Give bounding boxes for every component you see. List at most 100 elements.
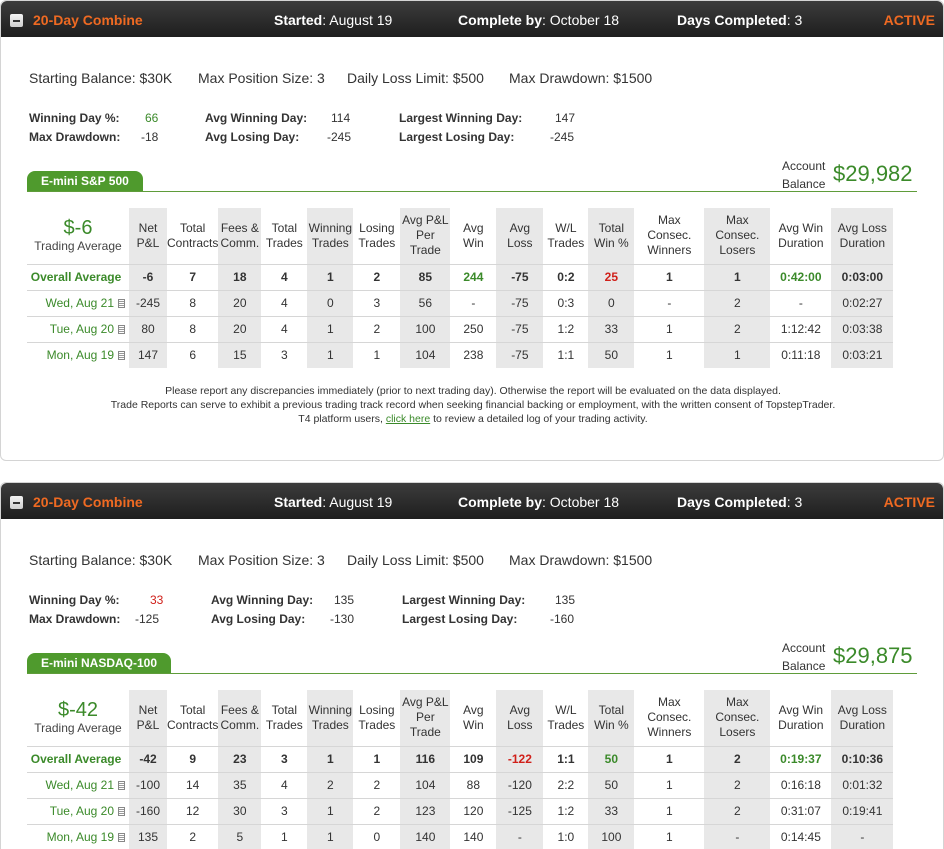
cell-total-contracts: 6 <box>167 341 219 368</box>
cell-avg-win: 250 <box>450 315 497 342</box>
column-header-winning-trades: Winning Trades <box>307 208 354 264</box>
report-document-icon[interactable] <box>118 325 125 334</box>
account-balance-label: Account Balance <box>782 159 826 191</box>
largest-losing-day-label: Largest Losing Day: <box>399 130 515 144</box>
cell-net-pnl: 147 <box>129 341 167 368</box>
max-drawdown-value: -125 <box>135 612 160 626</box>
cell-fees-comm: 23 <box>218 745 262 772</box>
collapse-icon[interactable] <box>10 496 23 509</box>
combine-title: 20-Day Combine <box>33 12 143 28</box>
cell-avg-loss-duration: - <box>831 823 894 849</box>
column-header-total-contracts: Total Contracts <box>167 220 219 250</box>
cell-avg-win-duration: 0:19:37 <box>770 745 832 772</box>
cell-total-trades: 4 <box>261 289 308 316</box>
column-header-net-pnl: Net P&L <box>129 208 167 264</box>
started-field: Started: August 19 <box>274 494 393 510</box>
column-header-total-contracts: Total Contracts <box>167 702 219 732</box>
cell-losing-trades: 2 <box>353 797 401 824</box>
cell-avg-loss-duration: 0:01:32 <box>831 771 894 798</box>
trading-stats-table: $-42 Trading Average Net P&L Total Contracts F… <box>27 690 894 849</box>
cell-winning-trades: 1 <box>307 341 354 368</box>
cell-wl-trades: 1:2 <box>543 315 589 342</box>
report-document-icon[interactable] <box>118 833 125 843</box>
report-document-icon[interactable] <box>118 351 125 361</box>
cell-avg-pnl-per-trade: 104 <box>400 771 451 798</box>
cell-avg-loss: -75 <box>496 315 544 342</box>
cell-max-consec-winners: 1 <box>634 745 705 772</box>
days-completed-field: Days Completed: 3 <box>677 494 803 510</box>
account-balance-value: $29,875 <box>833 643 913 668</box>
table-row: Mon, Aug 19 147 6 15 3 1 1 104 238 -75 1:1 50 1 1 0:11… <box>27 341 894 368</box>
cell-avg-loss: -75 <box>496 289 544 316</box>
cell-avg-win: 244 <box>450 263 497 290</box>
cell-winning-trades: 1 <box>307 745 354 772</box>
day-link[interactable]: Tue, Aug 20 <box>27 797 129 824</box>
day-link[interactable]: Wed, Aug 21 <box>27 771 129 798</box>
collapse-icon[interactable] <box>10 14 23 27</box>
column-header-avg-win-duration: Avg Win Duration <box>778 220 824 250</box>
avg-winning-day-value: 114 <box>331 111 351 125</box>
cell-total-win-pct: 50 <box>588 771 635 798</box>
column-header-winning-trades: Winning Trades <box>307 690 354 746</box>
column-header-max-consec-winners: Max Consec. Winners <box>647 213 692 258</box>
report-document-icon[interactable] <box>118 807 125 816</box>
cell-wl-trades: 1:1 <box>543 341 589 368</box>
click-here-link[interactable]: click here <box>386 413 430 425</box>
status-badge: ACTIVE <box>883 494 935 510</box>
cell-net-pnl: 80 <box>129 315 167 342</box>
report-document-icon[interactable] <box>118 781 125 790</box>
max-drawdown-value: -18 <box>141 130 159 144</box>
cell-max-consec-losers: 2 <box>704 771 771 798</box>
cell-avg-loss: -75 <box>496 341 544 368</box>
cell-wl-trades: 1:2 <box>543 797 589 824</box>
cell-avg-pnl-per-trade: 123 <box>400 797 451 824</box>
combine-panel-nasdaq: 20-Day Combine Started: August 19 Comple… <box>0 482 944 849</box>
cell-avg-loss-duration: 0:03:38 <box>831 315 894 342</box>
day-link[interactable]: Tue, Aug 20 <box>27 315 129 342</box>
product-tab-sp500[interactable]: E-mini S&P 500 <box>27 171 143 191</box>
cell-total-contracts: 9 <box>167 745 219 772</box>
trading-average-label: Trading Average <box>34 239 122 254</box>
cell-winning-trades: 1 <box>307 797 354 824</box>
cell-total-contracts: 8 <box>167 315 219 342</box>
cell-avg-loss-duration: 0:10:36 <box>831 745 894 772</box>
cell-max-consec-winners: 1 <box>634 341 705 368</box>
cell-avg-win-duration: 1:12:42 <box>770 315 832 342</box>
cell-total-contracts: 14 <box>167 771 219 798</box>
cell-losing-trades: 2 <box>353 771 401 798</box>
cell-max-consec-winners: 1 <box>634 771 705 798</box>
max-drawdown-limit: Max Drawdown: $1500 <box>509 70 653 86</box>
avg-losing-day-value: -130 <box>330 612 355 626</box>
started-field: Started: August 19 <box>274 12 393 28</box>
cell-total-contracts: 2 <box>167 823 219 849</box>
cell-max-consec-losers: 2 <box>704 289 771 316</box>
cell-total-trades: 3 <box>261 341 308 368</box>
column-header-losing-trades: Losing Trades <box>358 220 396 250</box>
column-header-total-win-pct: Total Win % <box>588 690 635 746</box>
overall-average-row: Overall Average -42 9 23 3 1 1 116 109 -122 1:1 50 1… <box>27 745 894 772</box>
cell-max-consec-winners: 1 <box>634 263 705 290</box>
cell-avg-win-duration: 0:31:07 <box>770 797 832 824</box>
cell-max-consec-losers: 2 <box>704 797 771 824</box>
starting-balance: Starting Balance: $30K <box>29 70 173 86</box>
avg-winning-day-label: Avg Winning Day: <box>205 111 308 125</box>
day-link[interactable]: Mon, Aug 19 <box>27 341 129 368</box>
column-header-max-consec-losers: Max Consec. Losers <box>704 208 771 264</box>
cell-total-trades: 4 <box>261 315 308 342</box>
day-link[interactable]: Mon, Aug 19 <box>27 823 129 849</box>
winning-day-pct-label: Winning Day %: <box>29 593 120 607</box>
column-header-avg-loss-duration: Avg Loss Duration <box>831 208 894 264</box>
table-row: Mon, Aug 19 135 2 5 1 1 0 140 140-1:0 100 1-0:14:4… <box>27 823 894 849</box>
cell-total-win-pct: 33 <box>588 797 635 824</box>
largest-winning-day-value: 135 <box>555 593 576 607</box>
day-link[interactable]: Wed, Aug 21 <box>27 289 129 316</box>
avg-losing-day-label: Avg Losing Day: <box>205 130 300 144</box>
product-tab-nasdaq[interactable]: E-mini NASDAQ-100 <box>27 653 172 673</box>
max-drawdown-limit: Max Drawdown: $1500 <box>509 552 653 568</box>
report-document-icon[interactable] <box>118 299 125 308</box>
row-label: Overall Average <box>27 263 129 290</box>
cell-winning-trades: 1 <box>307 263 354 290</box>
largest-winning-day-label: Largest Winning Day: <box>399 111 523 125</box>
overall-average-row: Overall Average -6 7 18 4 1 2 85 244 -75 0:2 25 1 1 0:… <box>27 263 894 290</box>
column-header-avg-win: Avg Win <box>463 702 484 732</box>
